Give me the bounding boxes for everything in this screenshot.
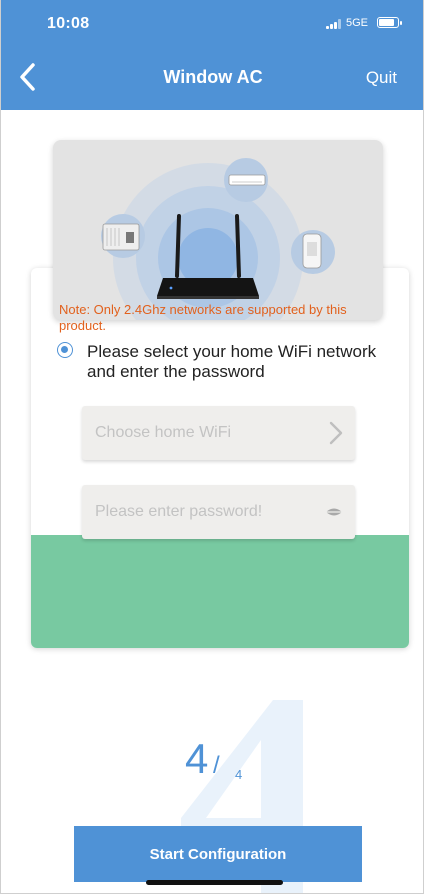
start-configuration-button[interactable]: Start Configuration [74, 826, 362, 882]
step-current: 4 [185, 735, 209, 782]
password-placeholder: Please enter password! [95, 503, 263, 520]
app-screen: 10:08 5GE Window AC Quit Please select y… [0, 0, 424, 894]
wifi-placeholder: Choose home WiFi [95, 424, 232, 441]
password-field[interactable]: Please enter password! [82, 485, 355, 539]
radio-dot [61, 346, 68, 353]
signal-icon [326, 19, 342, 29]
nav-bar: Window AC Quit [1, 48, 423, 110]
step-total: 4 [235, 767, 243, 782]
network-type: 5GE [346, 17, 369, 29]
step-radio[interactable] [57, 342, 73, 358]
network-illustration [53, 140, 383, 320]
battery-icon [377, 17, 402, 28]
quit-button[interactable]: Quit [366, 68, 397, 88]
wifi-select-field[interactable]: Choose home WiFi [82, 406, 355, 460]
note-panel [31, 535, 409, 648]
home-indicator [146, 880, 283, 885]
chevron-right-icon [329, 421, 343, 445]
step-separator: / [213, 752, 220, 779]
instruction-text: Please select your home WiFi network and… [87, 342, 377, 381]
eye-icon[interactable] [325, 507, 343, 517]
status-bar: 10:08 5GE [1, 0, 423, 48]
note-text: Note: Only 2.4Ghz networks are supported… [59, 302, 347, 333]
page-title: Window AC [163, 67, 263, 87]
status-time: 10:08 [47, 15, 90, 32]
